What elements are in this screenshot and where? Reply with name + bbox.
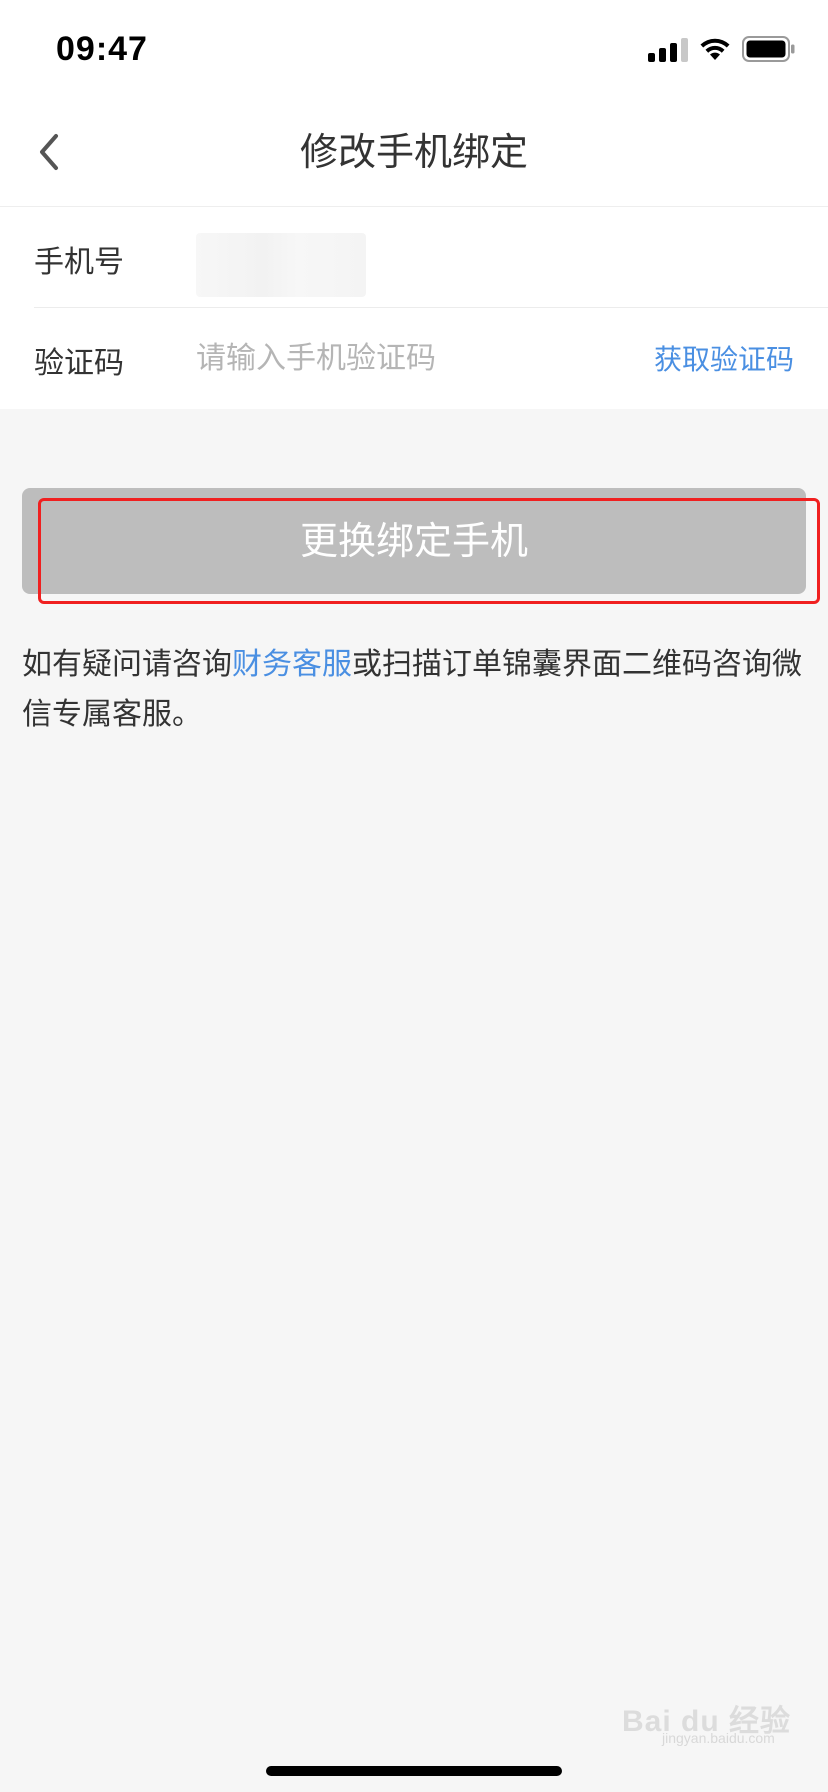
code-row: 验证码 获取验证码 xyxy=(0,308,828,408)
page-title: 修改手机绑定 xyxy=(299,130,528,174)
get-code-button[interactable]: 获取验证码 xyxy=(654,338,794,378)
watermark-sub: jingyan.baidu.com xyxy=(662,1730,775,1746)
status-time: 09:47 xyxy=(56,30,148,68)
wifi-icon xyxy=(698,36,732,62)
change-phone-button[interactable]: 更换绑定手机 xyxy=(22,488,806,594)
nav-bar: 修改手机绑定 xyxy=(0,100,828,207)
code-label: 验证码 xyxy=(34,346,124,381)
status-bar: 09:47 xyxy=(0,0,828,100)
help-text-before: 如有疑问请咨询 xyxy=(22,647,232,682)
home-indicator xyxy=(266,1766,562,1776)
phone-label: 手机号 xyxy=(34,245,124,280)
finance-service-link[interactable]: 财务客服 xyxy=(232,647,352,682)
cellular-signal-icon xyxy=(648,36,690,62)
phone-number-value xyxy=(196,233,366,297)
phone-row: 手机号 xyxy=(0,207,828,308)
verification-code-input[interactable] xyxy=(196,330,616,386)
phone-binding-form: 手机号 验证码 获取验证码 xyxy=(0,207,828,409)
help-text: 如有疑问请咨询财务客服或扫描订单锦囊界面二维码咨询微信专属客服。 xyxy=(22,640,806,740)
baidu-jingyan-watermark: Bai du 经验 jingyan.baidu.com xyxy=(622,1688,802,1748)
battery-icon xyxy=(742,36,796,62)
